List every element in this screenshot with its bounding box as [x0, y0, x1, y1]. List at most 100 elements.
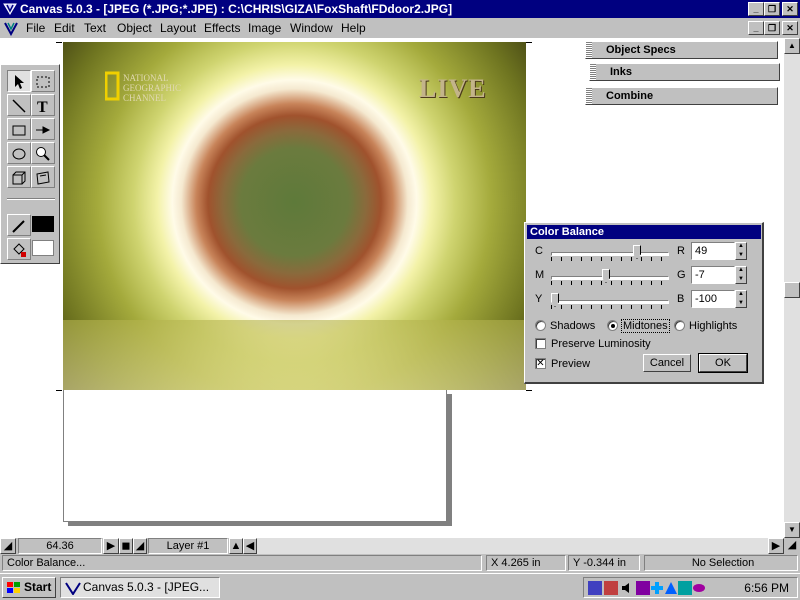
pen-color-tool[interactable]	[7, 214, 31, 236]
text-tool[interactable]: T	[31, 94, 55, 116]
shield-icon[interactable]	[636, 581, 650, 595]
selection-handle[interactable]	[56, 390, 62, 391]
spin-down-icon[interactable]: ▼	[736, 300, 746, 309]
scheduler-icon[interactable]	[604, 581, 618, 595]
start-button[interactable]: Start	[2, 577, 56, 598]
layer-field[interactable]: Layer #1	[148, 538, 228, 554]
preview-checkbox[interactable]: ✕	[535, 358, 546, 369]
fill-color-swatch[interactable]	[32, 240, 54, 256]
shadows-radio[interactable]	[535, 320, 546, 331]
slider-track[interactable]	[551, 300, 669, 304]
selection-handle[interactable]	[526, 42, 532, 43]
doc-restore-button[interactable]: ❐	[764, 21, 780, 35]
selected-jpeg-image[interactable]: NATIONAL GEOGRAPHIC CHANNEL LIVE	[63, 42, 526, 390]
svg-text:GEOGRAPHIC: GEOGRAPHIC	[123, 83, 181, 93]
zoom-menu-icon[interactable]: ▶	[103, 538, 119, 554]
slider-value-field[interactable]: -100	[691, 290, 735, 308]
selection-handle[interactable]	[56, 42, 62, 43]
paint-bucket-icon	[13, 243, 26, 257]
preserve-luminosity-checkbox[interactable]	[535, 338, 546, 349]
object-specs-palette[interactable]: Object Specs	[585, 41, 778, 59]
slider-value-field[interactable]: 49	[691, 242, 735, 260]
highlights-radio[interactable]	[674, 320, 685, 331]
menu-file[interactable]: File	[26, 21, 45, 35]
minimize-button[interactable]: _	[748, 2, 764, 16]
line-tool[interactable]	[7, 94, 31, 116]
ok-button[interactable]: OK	[698, 353, 748, 373]
spin-down-icon[interactable]: ▼	[736, 252, 746, 261]
menu-layout[interactable]: Layout	[160, 21, 196, 35]
restore-button[interactable]: ❐	[764, 2, 780, 16]
doc-minimize-button[interactable]: _	[748, 21, 764, 35]
zoom-fit-icon[interactable]: ◼	[119, 538, 133, 554]
spin-buttons[interactable]: ▲ ▼	[735, 242, 747, 260]
pen-tool[interactable]	[31, 118, 55, 140]
spin-up-icon[interactable]: ▲	[736, 267, 746, 276]
size-grip[interactable]: ◢	[784, 538, 800, 554]
fill-color-tool[interactable]	[7, 238, 31, 260]
window-title: Canvas 5.0.3 - [JPEG (*.JPG;*.JPE) : C:\…	[20, 2, 453, 16]
text-t-icon: T	[37, 99, 48, 114]
slider-track[interactable]	[551, 276, 669, 280]
svg-text:CHANNEL: CHANNEL	[123, 93, 166, 103]
zoom-tool[interactable]	[31, 142, 55, 164]
slider-value-field[interactable]: -7	[691, 266, 735, 284]
vertical-scrollbar[interactable]: ▲ ▼	[784, 38, 800, 538]
pointer-tool[interactable]	[7, 70, 31, 92]
canvas-app-icon[interactable]	[2, 1, 18, 17]
close-button[interactable]: ✕	[782, 2, 798, 16]
spin-down-icon[interactable]: ▼	[736, 276, 746, 285]
taskbar-canvas-button[interactable]: Canvas 5.0.3 - [JPEG...	[60, 577, 220, 598]
selection-status: No Selection	[644, 555, 798, 571]
view-menu-arrow-icon[interactable]: ◢	[0, 538, 16, 554]
doc-close-button[interactable]: ✕	[782, 21, 798, 35]
layer-menu-icon[interactable]: ◢	[133, 538, 147, 554]
stroke-color-swatch[interactable]	[32, 216, 54, 232]
spin-up-icon[interactable]: ▲	[736, 291, 746, 300]
oval-tool[interactable]	[7, 142, 31, 164]
document-icon[interactable]	[3, 20, 19, 36]
selection-handle[interactable]	[526, 390, 532, 391]
taskbar: Start Canvas 5.0.3 - [JPEG... 6:56 PM	[0, 573, 800, 600]
combine-palette[interactable]: Combine	[585, 87, 778, 105]
layer-up-icon[interactable]: ▲	[229, 538, 243, 554]
monitor-icon[interactable]	[678, 581, 692, 595]
menu-window[interactable]: Window	[290, 21, 333, 35]
scroll-right-arrow-icon[interactable]: ▶	[768, 538, 784, 554]
rectangle-tool[interactable]	[7, 118, 31, 140]
menu-help[interactable]: Help	[341, 21, 366, 35]
3d-tool[interactable]	[7, 166, 31, 188]
pencil-icon	[12, 220, 25, 233]
scroll-left-arrow-icon[interactable]: ◀	[243, 538, 257, 554]
menu-image[interactable]: Image	[248, 21, 281, 35]
scroll-thumb[interactable]	[784, 282, 800, 298]
arrow-pointer-icon	[15, 75, 24, 89]
slider-track[interactable]	[551, 252, 669, 256]
speaker-icon[interactable]	[620, 581, 634, 595]
document-page[interactable]	[63, 388, 447, 522]
network-icon[interactable]	[588, 581, 602, 595]
cancel-button[interactable]: Cancel	[643, 354, 691, 372]
horizontal-scroll-track[interactable]	[257, 538, 768, 554]
scroll-up-arrow-icon[interactable]: ▲	[784, 38, 800, 54]
envelope-tool[interactable]	[31, 166, 55, 188]
marquee-tool[interactable]	[31, 70, 55, 92]
scroll-down-arrow-icon[interactable]: ▼	[784, 522, 800, 538]
menu-object[interactable]: Object	[117, 21, 152, 35]
spin-up-icon[interactable]: ▲	[736, 243, 746, 252]
triangle-icon[interactable]	[664, 581, 678, 595]
slider-right-label: B	[677, 293, 685, 305]
plus-icon[interactable]	[650, 581, 664, 595]
x-coordinate: X 4.265 in	[486, 555, 566, 571]
toolbox-divider	[7, 198, 55, 200]
zoom-field[interactable]: 64.36	[18, 538, 102, 554]
midtones-radio[interactable]	[607, 320, 618, 331]
marquee-icon	[36, 76, 50, 88]
menu-text[interactable]: Text	[84, 21, 106, 35]
eye-icon[interactable]	[692, 581, 706, 595]
menu-edit[interactable]: Edit	[54, 21, 75, 35]
spin-buttons[interactable]: ▲ ▼	[735, 290, 747, 308]
inks-palette[interactable]: Inks	[589, 63, 780, 81]
spin-buttons[interactable]: ▲ ▼	[735, 266, 747, 284]
menu-effects[interactable]: Effects	[204, 21, 240, 35]
